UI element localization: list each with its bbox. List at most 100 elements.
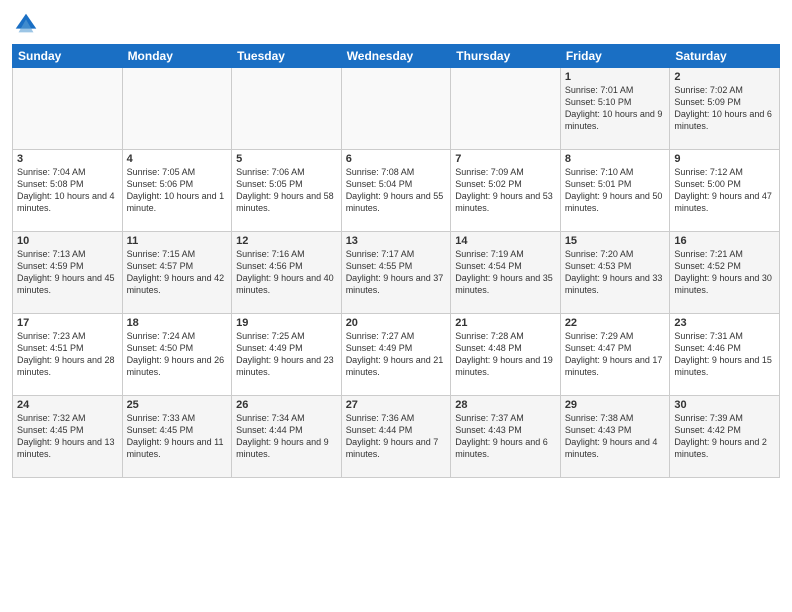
calendar-week-5: 24Sunrise: 7:32 AM Sunset: 4:45 PM Dayli… [13, 396, 780, 478]
day-number: 25 [127, 399, 228, 411]
day-info: Sunrise: 7:06 AM Sunset: 5:05 PM Dayligh… [236, 166, 337, 215]
calendar-cell: 25Sunrise: 7:33 AM Sunset: 4:45 PM Dayli… [122, 396, 232, 478]
day-info: Sunrise: 7:08 AM Sunset: 5:04 PM Dayligh… [346, 166, 447, 215]
calendar-cell: 9Sunrise: 7:12 AM Sunset: 5:00 PM Daylig… [670, 150, 780, 232]
col-header-saturday: Saturday [670, 45, 780, 68]
logo [12, 10, 44, 38]
calendar-cell: 8Sunrise: 7:10 AM Sunset: 5:01 PM Daylig… [560, 150, 670, 232]
day-info: Sunrise: 7:19 AM Sunset: 4:54 PM Dayligh… [455, 248, 556, 297]
calendar-cell: 23Sunrise: 7:31 AM Sunset: 4:46 PM Dayli… [670, 314, 780, 396]
calendar-cell: 27Sunrise: 7:36 AM Sunset: 4:44 PM Dayli… [341, 396, 451, 478]
day-info: Sunrise: 7:05 AM Sunset: 5:06 PM Dayligh… [127, 166, 228, 215]
calendar-cell: 21Sunrise: 7:28 AM Sunset: 4:48 PM Dayli… [451, 314, 561, 396]
day-info: Sunrise: 7:02 AM Sunset: 5:09 PM Dayligh… [674, 84, 775, 133]
day-number: 5 [236, 153, 337, 165]
day-info: Sunrise: 7:13 AM Sunset: 4:59 PM Dayligh… [17, 248, 118, 297]
day-number: 10 [17, 235, 118, 247]
day-number: 2 [674, 71, 775, 83]
calendar-cell: 5Sunrise: 7:06 AM Sunset: 5:05 PM Daylig… [232, 150, 342, 232]
calendar-week-4: 17Sunrise: 7:23 AM Sunset: 4:51 PM Dayli… [13, 314, 780, 396]
day-number: 11 [127, 235, 228, 247]
day-info: Sunrise: 7:36 AM Sunset: 4:44 PM Dayligh… [346, 412, 447, 461]
calendar-cell: 24Sunrise: 7:32 AM Sunset: 4:45 PM Dayli… [13, 396, 123, 478]
day-number: 6 [346, 153, 447, 165]
day-number: 17 [17, 317, 118, 329]
calendar-cell: 11Sunrise: 7:15 AM Sunset: 4:57 PM Dayli… [122, 232, 232, 314]
day-number: 18 [127, 317, 228, 329]
calendar-table: SundayMondayTuesdayWednesdayThursdayFrid… [12, 44, 780, 478]
day-info: Sunrise: 7:09 AM Sunset: 5:02 PM Dayligh… [455, 166, 556, 215]
day-number: 9 [674, 153, 775, 165]
day-info: Sunrise: 7:33 AM Sunset: 4:45 PM Dayligh… [127, 412, 228, 461]
day-info: Sunrise: 7:21 AM Sunset: 4:52 PM Dayligh… [674, 248, 775, 297]
day-info: Sunrise: 7:15 AM Sunset: 4:57 PM Dayligh… [127, 248, 228, 297]
calendar-cell: 2Sunrise: 7:02 AM Sunset: 5:09 PM Daylig… [670, 68, 780, 150]
calendar-cell: 10Sunrise: 7:13 AM Sunset: 4:59 PM Dayli… [13, 232, 123, 314]
day-info: Sunrise: 7:04 AM Sunset: 5:08 PM Dayligh… [17, 166, 118, 215]
calendar-cell [122, 68, 232, 150]
day-number: 16 [674, 235, 775, 247]
day-info: Sunrise: 7:25 AM Sunset: 4:49 PM Dayligh… [236, 330, 337, 379]
day-number: 29 [565, 399, 666, 411]
calendar-cell: 20Sunrise: 7:27 AM Sunset: 4:49 PM Dayli… [341, 314, 451, 396]
day-info: Sunrise: 7:38 AM Sunset: 4:43 PM Dayligh… [565, 412, 666, 461]
day-number: 1 [565, 71, 666, 83]
calendar-cell [341, 68, 451, 150]
calendar-cell: 13Sunrise: 7:17 AM Sunset: 4:55 PM Dayli… [341, 232, 451, 314]
day-info: Sunrise: 7:34 AM Sunset: 4:44 PM Dayligh… [236, 412, 337, 461]
calendar-cell: 7Sunrise: 7:09 AM Sunset: 5:02 PM Daylig… [451, 150, 561, 232]
day-info: Sunrise: 7:20 AM Sunset: 4:53 PM Dayligh… [565, 248, 666, 297]
logo-icon [12, 10, 40, 38]
calendar-cell: 30Sunrise: 7:39 AM Sunset: 4:42 PM Dayli… [670, 396, 780, 478]
calendar-cell: 17Sunrise: 7:23 AM Sunset: 4:51 PM Dayli… [13, 314, 123, 396]
day-number: 21 [455, 317, 556, 329]
day-number: 26 [236, 399, 337, 411]
calendar-cell: 6Sunrise: 7:08 AM Sunset: 5:04 PM Daylig… [341, 150, 451, 232]
calendar-week-3: 10Sunrise: 7:13 AM Sunset: 4:59 PM Dayli… [13, 232, 780, 314]
day-info: Sunrise: 7:24 AM Sunset: 4:50 PM Dayligh… [127, 330, 228, 379]
col-header-tuesday: Tuesday [232, 45, 342, 68]
day-info: Sunrise: 7:27 AM Sunset: 4:49 PM Dayligh… [346, 330, 447, 379]
day-number: 14 [455, 235, 556, 247]
calendar-header-row: SundayMondayTuesdayWednesdayThursdayFrid… [13, 45, 780, 68]
calendar-cell: 12Sunrise: 7:16 AM Sunset: 4:56 PM Dayli… [232, 232, 342, 314]
calendar-cell: 19Sunrise: 7:25 AM Sunset: 4:49 PM Dayli… [232, 314, 342, 396]
calendar-cell: 29Sunrise: 7:38 AM Sunset: 4:43 PM Dayli… [560, 396, 670, 478]
calendar-cell: 26Sunrise: 7:34 AM Sunset: 4:44 PM Dayli… [232, 396, 342, 478]
day-number: 23 [674, 317, 775, 329]
day-number: 15 [565, 235, 666, 247]
day-info: Sunrise: 7:23 AM Sunset: 4:51 PM Dayligh… [17, 330, 118, 379]
day-info: Sunrise: 7:28 AM Sunset: 4:48 PM Dayligh… [455, 330, 556, 379]
day-info: Sunrise: 7:39 AM Sunset: 4:42 PM Dayligh… [674, 412, 775, 461]
col-header-wednesday: Wednesday [341, 45, 451, 68]
calendar-cell [451, 68, 561, 150]
calendar-cell: 15Sunrise: 7:20 AM Sunset: 4:53 PM Dayli… [560, 232, 670, 314]
day-number: 8 [565, 153, 666, 165]
day-number: 7 [455, 153, 556, 165]
calendar-cell: 18Sunrise: 7:24 AM Sunset: 4:50 PM Dayli… [122, 314, 232, 396]
calendar-cell: 3Sunrise: 7:04 AM Sunset: 5:08 PM Daylig… [13, 150, 123, 232]
day-info: Sunrise: 7:12 AM Sunset: 5:00 PM Dayligh… [674, 166, 775, 215]
calendar-week-1: 1Sunrise: 7:01 AM Sunset: 5:10 PM Daylig… [13, 68, 780, 150]
calendar-cell [232, 68, 342, 150]
col-header-sunday: Sunday [13, 45, 123, 68]
header [12, 10, 780, 38]
day-number: 27 [346, 399, 447, 411]
day-info: Sunrise: 7:10 AM Sunset: 5:01 PM Dayligh… [565, 166, 666, 215]
col-header-friday: Friday [560, 45, 670, 68]
day-number: 19 [236, 317, 337, 329]
calendar-cell: 14Sunrise: 7:19 AM Sunset: 4:54 PM Dayli… [451, 232, 561, 314]
day-number: 4 [127, 153, 228, 165]
col-header-thursday: Thursday [451, 45, 561, 68]
page-container: SundayMondayTuesdayWednesdayThursdayFrid… [0, 0, 792, 486]
calendar-cell: 1Sunrise: 7:01 AM Sunset: 5:10 PM Daylig… [560, 68, 670, 150]
day-info: Sunrise: 7:29 AM Sunset: 4:47 PM Dayligh… [565, 330, 666, 379]
calendar-week-2: 3Sunrise: 7:04 AM Sunset: 5:08 PM Daylig… [13, 150, 780, 232]
day-number: 30 [674, 399, 775, 411]
calendar-cell: 28Sunrise: 7:37 AM Sunset: 4:43 PM Dayli… [451, 396, 561, 478]
day-info: Sunrise: 7:31 AM Sunset: 4:46 PM Dayligh… [674, 330, 775, 379]
day-number: 28 [455, 399, 556, 411]
calendar-cell: 22Sunrise: 7:29 AM Sunset: 4:47 PM Dayli… [560, 314, 670, 396]
day-info: Sunrise: 7:32 AM Sunset: 4:45 PM Dayligh… [17, 412, 118, 461]
day-number: 22 [565, 317, 666, 329]
